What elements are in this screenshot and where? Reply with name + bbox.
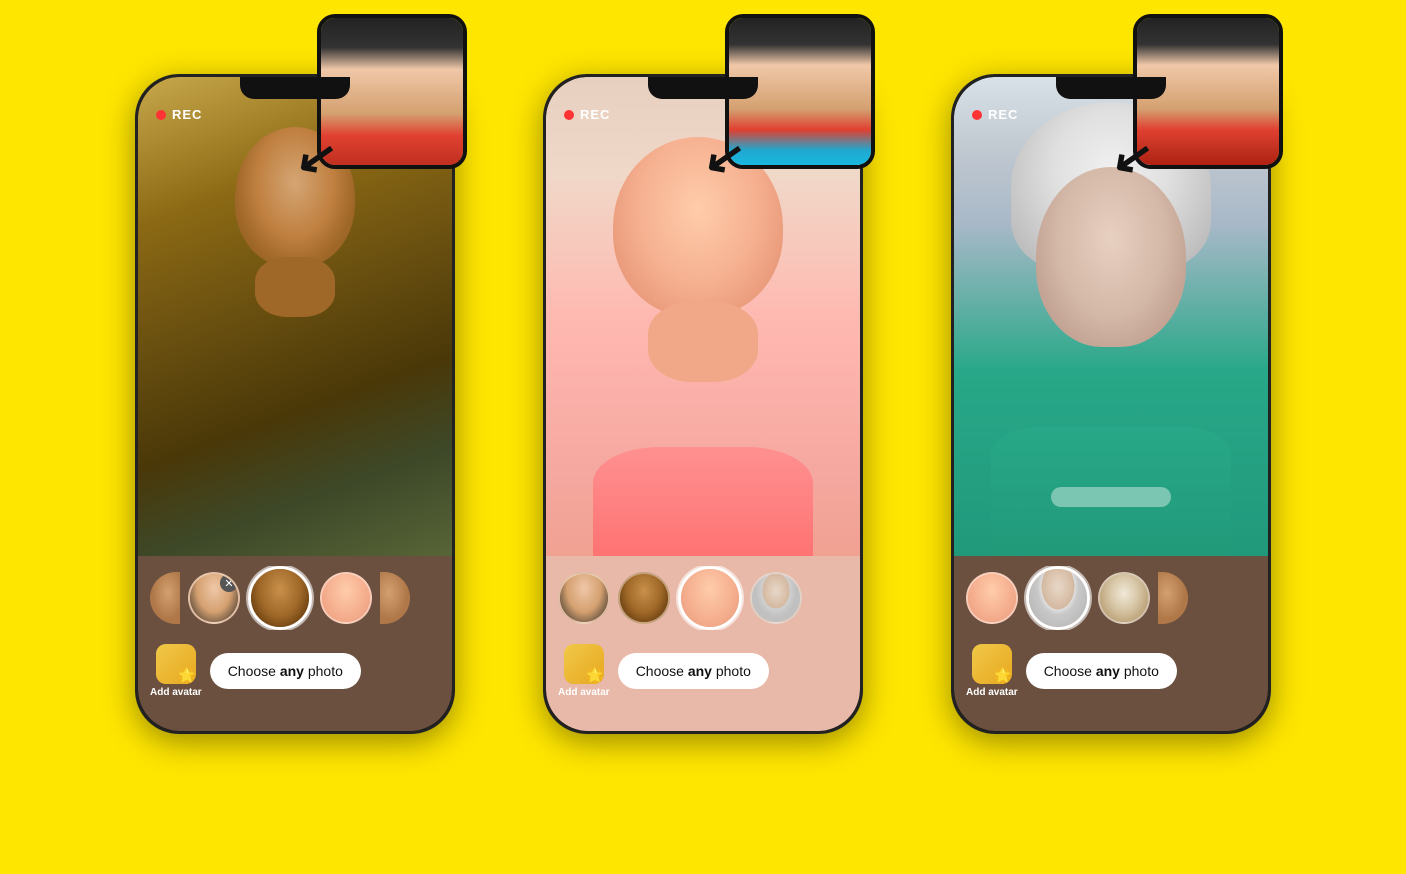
- add-avatar-icon-1: ⭐: [156, 644, 196, 684]
- avatar-row-1: ✕: [150, 566, 440, 630]
- bottom-bar-2: ⭐ Add avatar Choose any photo: [546, 556, 860, 731]
- add-avatar-label-1: Add avatar: [150, 687, 202, 698]
- avatar-baby-1[interactable]: [320, 572, 372, 624]
- avatar-dog-3[interactable]: [1098, 572, 1150, 624]
- phone-wrapper-2: ↙ REC: [513, 14, 893, 734]
- add-avatar-label-3: Add avatar: [966, 687, 1018, 698]
- add-avatar-icon-2: ⭐: [564, 644, 604, 684]
- avatar-queen-2[interactable]: [750, 572, 802, 624]
- add-avatar-btn-1[interactable]: ⭐ Add avatar: [150, 644, 202, 698]
- bottom-bar-1: ✕: [138, 556, 452, 731]
- action-row-3: ⭐ Add avatar Choose any photo: [966, 644, 1177, 698]
- choose-photo-btn-1[interactable]: Choose any photo: [210, 653, 361, 689]
- rec-label-1: REC: [172, 107, 202, 122]
- avatar-baby-3[interactable]: [966, 572, 1018, 624]
- rec-indicator-1: REC: [156, 107, 202, 122]
- rec-indicator-3: REC: [972, 107, 1018, 122]
- choose-photo-text-3: Choose any photo: [1044, 663, 1159, 679]
- close-icon-1[interactable]: ✕: [220, 574, 238, 592]
- add-avatar-label-2: Add avatar: [558, 687, 610, 698]
- avatar-partial-right-1[interactable]: [380, 572, 410, 624]
- avatar-woman-1[interactable]: ✕: [188, 572, 240, 624]
- avatar-queen-3[interactable]: [1026, 566, 1090, 630]
- phones-container: ↙ REC: [0, 0, 1406, 734]
- rec-dot-2: [564, 110, 574, 120]
- phone-notch-2: [648, 77, 758, 99]
- avatar-row-2: [558, 566, 848, 630]
- phone-wrapper-1: ↙ REC: [105, 14, 485, 734]
- add-avatar-btn-3[interactable]: ⭐ Add avatar: [966, 644, 1018, 698]
- choose-photo-btn-2[interactable]: Choose any photo: [618, 653, 769, 689]
- rec-label-3: REC: [988, 107, 1018, 122]
- avatar-monalisa-1[interactable]: [248, 566, 312, 630]
- choose-photo-text-1: Choose any photo: [228, 663, 343, 679]
- rec-dot-3: [972, 110, 982, 120]
- avatar-row-3: [966, 566, 1256, 630]
- phone-wrapper-3: ↙ REC: [921, 14, 1301, 734]
- rec-indicator-2: REC: [564, 107, 610, 122]
- choose-photo-btn-3[interactable]: Choose any photo: [1026, 653, 1177, 689]
- action-row-1: ⭐ Add avatar Choose any photo: [150, 644, 361, 698]
- choose-photo-text-2: Choose any photo: [636, 663, 751, 679]
- avatar-partial-left-1[interactable]: [150, 572, 180, 624]
- phone-notch-3: [1056, 77, 1166, 99]
- avatar-partial-right-3[interactable]: [1158, 572, 1188, 624]
- rec-label-2: REC: [580, 107, 610, 122]
- action-row-2: ⭐ Add avatar Choose any photo: [558, 644, 769, 698]
- avatar-monalisa-2[interactable]: [618, 572, 670, 624]
- bottom-bar-3: ⭐ Add avatar Choose any photo: [954, 556, 1268, 731]
- rec-dot-1: [156, 110, 166, 120]
- phone-notch-1: [240, 77, 350, 99]
- add-avatar-btn-2[interactable]: ⭐ Add avatar: [558, 644, 610, 698]
- avatar-woman-2[interactable]: [558, 572, 610, 624]
- avatar-baby-2[interactable]: [678, 566, 742, 630]
- add-avatar-icon-3: ⭐: [972, 644, 1012, 684]
